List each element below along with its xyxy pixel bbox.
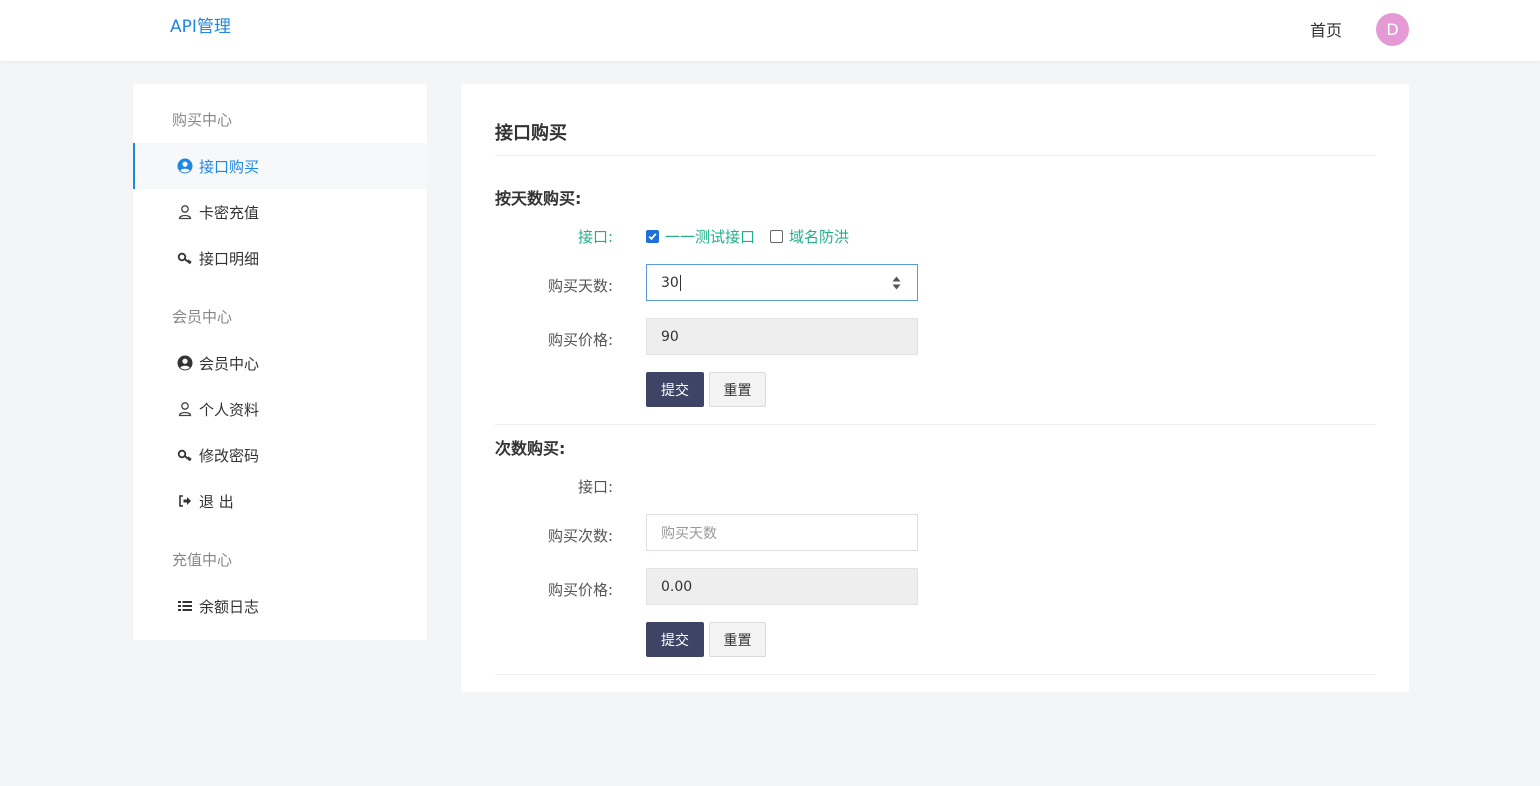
reset-button[interactable]: 重置: [709, 622, 766, 657]
sidebar-item-change-password[interactable]: 修改密码: [133, 432, 427, 478]
sidebar-item-label: 修改密码: [199, 446, 260, 465]
price-value: 0.00: [661, 578, 693, 595]
price-value: 90: [661, 328, 679, 345]
price-field: 90: [646, 318, 918, 355]
count-input[interactable]: 购买天数: [646, 514, 918, 551]
sidebar-item-api-purchase[interactable]: 接口购买: [133, 143, 427, 189]
checkbox-test-api[interactable]: [646, 230, 659, 243]
days-input-value: 30: [661, 274, 679, 291]
key-icon: [176, 447, 193, 464]
by-count-section-title: 次数购买:: [495, 439, 566, 458]
sidebar-item-label: 退 出: [199, 492, 234, 511]
sidebar-item-logout[interactable]: 退 出: [133, 478, 427, 524]
user-outline-icon: [176, 401, 193, 418]
user-circle-icon: [176, 355, 193, 372]
avatar[interactable]: D: [1376, 13, 1409, 46]
list-icon: [176, 598, 193, 615]
sidebar-item-card-recharge[interactable]: 卡密充值: [133, 189, 427, 235]
divider: [495, 424, 1376, 425]
sidebar-item-label: 个人资料: [199, 400, 260, 419]
sidebar-item-label: 会员中心: [199, 354, 260, 373]
submit-button[interactable]: 提交: [646, 372, 704, 407]
main-panel: 接口购买 按天数购买: 接口: 一一测试接口 域名防洪 购买天数: 30 购买价…: [461, 84, 1409, 692]
count-input-placeholder: 购买天数: [661, 525, 717, 542]
top-navbar: API管理 首页 D: [0, 0, 1540, 61]
sidebar-item-api-details[interactable]: 接口明细: [133, 235, 427, 281]
api-options: 一一测试接口 域名防洪: [646, 226, 864, 247]
user-circle-icon: [176, 158, 193, 175]
sidebar-item-label: 接口购买: [199, 157, 260, 176]
sidebar-item-label: 卡密充值: [199, 203, 260, 222]
checkbox-domain-flood[interactable]: [770, 230, 784, 243]
text-cursor: [679, 274, 681, 291]
submit-button[interactable]: 提交: [646, 622, 704, 657]
sidebar: 购买中心 接口购买 卡密充值 接口明细 会员中心 会员中心 个人资料 修改密码 …: [133, 84, 427, 640]
sidebar-section-title: 会员中心: [172, 308, 233, 326]
option-test-api-label[interactable]: 一一测试接口: [665, 226, 755, 247]
api-label: 接口:: [577, 478, 613, 496]
sidebar-section-title: 充值中心: [172, 551, 233, 569]
sidebar-item-label: 余额日志: [199, 597, 260, 616]
price-field: 0.00: [646, 568, 918, 605]
divider: [495, 155, 1376, 156]
home-link[interactable]: 首页: [1310, 17, 1342, 41]
price-label: 购买价格:: [547, 581, 613, 599]
days-label: 购买天数:: [547, 277, 613, 295]
days-input[interactable]: 30: [646, 264, 918, 301]
page-title: 接口购买: [495, 123, 567, 144]
sidebar-item-member-center[interactable]: 会员中心: [133, 340, 427, 386]
key-icon: [176, 250, 193, 267]
option-domain-flood-label[interactable]: 域名防洪: [789, 226, 849, 247]
number-spinner-icon[interactable]: [892, 275, 901, 291]
by-days-section-title: 按天数购买:: [495, 189, 582, 208]
api-label: 接口:: [577, 228, 613, 246]
price-label: 购买价格:: [547, 331, 613, 349]
sidebar-item-balance-log[interactable]: 余额日志: [133, 583, 427, 629]
sidebar-section-title: 购买中心: [172, 111, 233, 129]
sign-out-icon: [176, 493, 193, 510]
count-label: 购买次数:: [547, 527, 613, 545]
reset-button[interactable]: 重置: [709, 372, 766, 407]
sidebar-item-label: 接口明细: [199, 249, 260, 268]
user-outline-icon: [176, 204, 193, 221]
brand-title[interactable]: API管理: [170, 12, 231, 37]
sidebar-item-profile[interactable]: 个人资料: [133, 386, 427, 432]
divider: [495, 674, 1376, 675]
